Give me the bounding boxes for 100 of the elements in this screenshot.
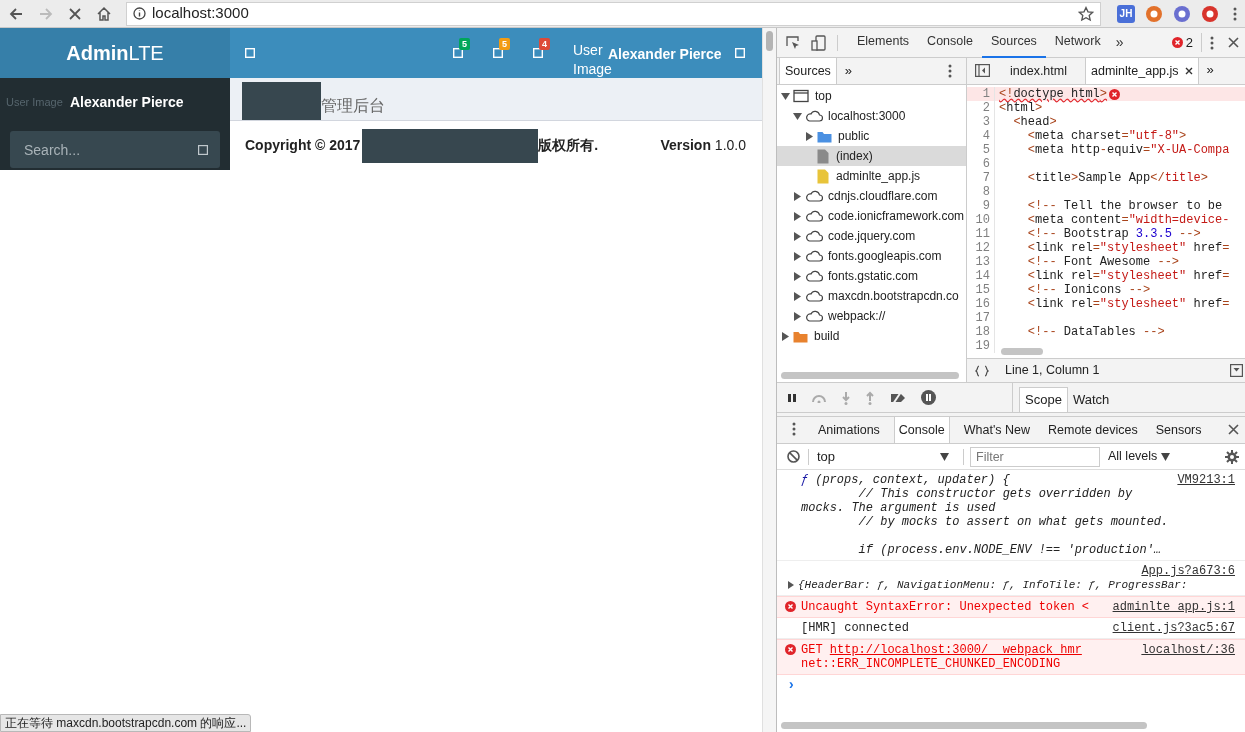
address-bar[interactable]: localhost:3000: [126, 1, 1101, 26]
filter-field[interactable]: Filter: [970, 446, 1100, 467]
error-counter[interactable]: 2: [1171, 32, 1202, 53]
clear-console-icon[interactable]: [787, 450, 800, 463]
file-tab[interactable]: adminlte_app.js: [1085, 58, 1199, 84]
drawer-tab[interactable]: Sensors: [1151, 417, 1206, 443]
error-count: 2: [1185, 33, 1193, 52]
scrollbar[interactable]: [762, 28, 776, 732]
code-line: 18 <!-- DataTables -->: [967, 325, 1245, 339]
code-line: 6: [967, 157, 1245, 171]
notification-icon[interactable]: [453, 48, 463, 58]
close-icon[interactable]: [1228, 37, 1239, 48]
drawer-tab[interactable]: Animations: [814, 417, 884, 443]
tree-item[interactable]: code.ionicframework.com: [777, 206, 966, 226]
toggle-panel-icon[interactable]: [1230, 364, 1243, 377]
console-prompt[interactable]: ›: [777, 675, 1245, 692]
rights-text: 版权所有.: [538, 136, 599, 155]
tree-item[interactable]: (index): [777, 146, 966, 166]
home-icon[interactable]: [96, 5, 112, 22]
file-tab[interactable]: index.html: [1004, 58, 1085, 84]
menu-icon[interactable]: [1233, 5, 1237, 22]
pause-icon[interactable]: [787, 392, 797, 403]
status-bubble: 正在等待 maxcdn.bootstrapcdn.com 的响应...: [0, 714, 252, 732]
count-badge: 4: [539, 38, 550, 50]
more-options-icon[interactable]: [1210, 35, 1214, 50]
tree-item[interactable]: webpack://: [777, 306, 966, 326]
levels-dropdown[interactable]: All levels: [1108, 447, 1171, 466]
code-line: 7 <title>Sample App</title>: [967, 171, 1245, 185]
navigator-tab[interactable]: Sources: [779, 58, 837, 84]
tree-item[interactable]: public: [777, 126, 966, 146]
user-image-alt-text: User Image: [6, 95, 63, 110]
object-preview[interactable]: {HeaderBar: ƒ, NavigationMenu: ƒ, InfoTile: ƒ, ProgressBar:: [787, 578, 1245, 592]
code-line: 12 <link rel="stylesheet" href=: [967, 241, 1245, 255]
log-message: [HMR] connected: [801, 621, 911, 635]
info-icon: [133, 7, 146, 20]
source-link[interactable]: localhost/:36: [1141, 643, 1235, 657]
extension-icon[interactable]: [1173, 4, 1191, 23]
code-line: 10 <meta content="width=device-: [967, 213, 1245, 227]
error-link[interactable]: http://localhost:3000/__webpack_hmr: [829, 643, 1082, 657]
sidebar-tab[interactable]: Scope: [1019, 387, 1068, 412]
notification-icon[interactable]: [533, 48, 543, 58]
tree-item[interactable]: maxcdn.bootstrapcdn.co: [777, 286, 966, 306]
search-icon[interactable]: [198, 145, 208, 155]
control-sidebar-icon[interactable]: [735, 48, 745, 58]
tree-item[interactable]: top: [777, 86, 966, 106]
cloud-icon: [805, 310, 823, 322]
star-icon: [1078, 5, 1094, 22]
drawer-tab[interactable]: What's New: [959, 417, 1034, 443]
device-icon[interactable]: [811, 34, 827, 51]
extension-icon[interactable]: [1145, 4, 1163, 23]
pause-on-exceptions-icon[interactable]: [921, 390, 936, 405]
sidebar-toggle-icon[interactable]: [245, 48, 255, 58]
tree-item[interactable]: adminlte_app.js: [777, 166, 966, 186]
panel-tab[interactable]: Network: [1045, 27, 1110, 58]
toggle-navigator-icon[interactable]: [975, 64, 990, 77]
error-message: GET http://localhost:3000/__webpack_hmr net::ERR_INCOMPLETE_CHUNKED_ENCODING: [801, 643, 1083, 671]
code-line: 8: [967, 185, 1245, 199]
drawer-menu-icon[interactable]: [792, 422, 796, 436]
tree-item[interactable]: fonts.gstatic.com: [777, 266, 966, 286]
user-name: Alexander Pierce: [70, 93, 184, 112]
tree-item[interactable]: code.jquery.com: [777, 226, 966, 246]
more-tabs-button[interactable]: »: [1109, 32, 1130, 53]
more-options-icon[interactable]: [948, 64, 952, 78]
drawer-tab[interactable]: Console: [893, 417, 950, 443]
sidebar-tab[interactable]: Watch: [1067, 387, 1115, 412]
close-icon[interactable]: [1228, 424, 1239, 435]
tree-item[interactable]: cdnjs.cloudflare.com: [777, 186, 966, 206]
close-icon[interactable]: [1184, 67, 1193, 75]
log-message: ƒ (props, context, updater) { // This constructor gets overridden by mocks. The argument is used // by mocks to assert on what gets mounted. if (process.env.NODE_ENV !== 'production'…: [801, 473, 1170, 557]
extension-icon[interactable]: [1201, 4, 1219, 23]
more-tabs-button[interactable]: »: [836, 61, 861, 81]
code-line: 11 <!-- Bootstrap 3.3.5 -->: [967, 227, 1245, 241]
source-link[interactable]: client.js?3ac5:67: [1112, 621, 1235, 635]
source-link[interactable]: App.js?a673:6: [1141, 564, 1235, 578]
more-tabs-button[interactable]: »: [1198, 59, 1222, 79]
drawer-tab[interactable]: Remote devices: [1044, 417, 1142, 443]
user-name[interactable]: Alexander Pierce: [608, 44, 722, 65]
stop-icon[interactable]: [68, 6, 82, 21]
scrollbar[interactable]: [1001, 348, 1043, 355]
search-field[interactable]: Search...: [10, 131, 220, 168]
code-line: 4 <meta charset="utf-8">: [967, 129, 1245, 143]
tree-item[interactable]: fonts.googleapis.com: [777, 246, 966, 266]
scrollbar[interactable]: [781, 722, 1147, 729]
tree-item[interactable]: localhost:3000: [777, 106, 966, 126]
cursor-position: Line 1, Column 1: [1005, 362, 1100, 380]
context-dropdown[interactable]: top: [817, 446, 957, 467]
tree-item[interactable]: build: [777, 326, 966, 346]
version-text: Version 1.0.0: [660, 136, 746, 155]
source-link[interactable]: VM9213:1: [1177, 473, 1235, 487]
panel-tab[interactable]: Console: [918, 27, 982, 58]
inspect-icon[interactable]: [785, 34, 801, 51]
source-link[interactable]: adminlte_app.js:1: [1112, 600, 1235, 614]
notification-icon[interactable]: [493, 48, 503, 58]
back-icon[interactable]: [8, 5, 24, 22]
pretty-print-icon[interactable]: [975, 364, 989, 377]
settings-icon[interactable]: [1225, 449, 1239, 464]
panel-tab[interactable]: Elements: [848, 27, 919, 58]
app-logo[interactable]: AdminLTE: [0, 28, 230, 78]
error-icon: [785, 601, 796, 612]
extension-button[interactable]: JH: [1117, 4, 1135, 23]
